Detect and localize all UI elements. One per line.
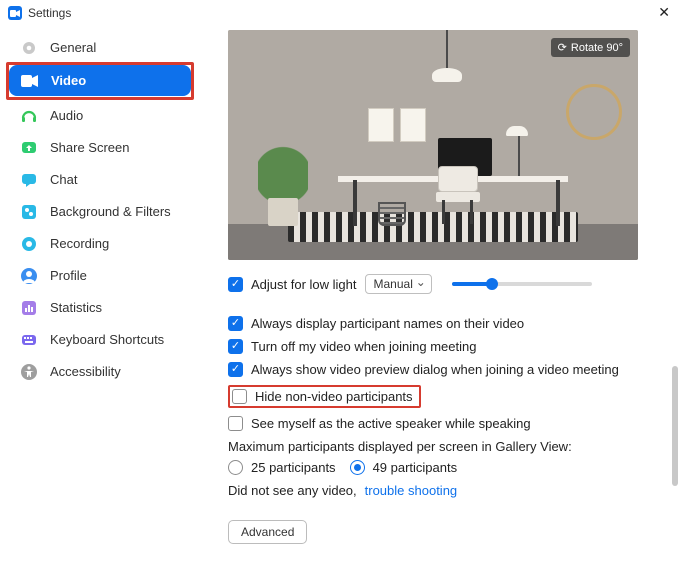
sidebar-item-label: Recording [50, 236, 109, 251]
radio-25-participants[interactable] [228, 460, 243, 475]
low-light-slider[interactable] [452, 282, 592, 286]
troubleshoot-prefix: Did not see any video, [228, 483, 357, 498]
highlight-video-tab: Video [6, 62, 194, 100]
sidebar-item-label: Keyboard Shortcuts [50, 332, 164, 347]
content-area: ⟳ Rotate 90° Adjust for low light Manual… [200, 26, 680, 561]
sidebar: General Video Audio Share Screen Chat Ba… [0, 26, 200, 561]
sidebar-item-label: Accessibility [50, 364, 121, 379]
opt-label: Hide non-video participants [255, 389, 413, 404]
opt-checkbox-hide-nonvideo[interactable] [232, 389, 247, 404]
low-light-mode-select[interactable]: Manual [365, 274, 432, 294]
titlebar: Settings ✕ [0, 0, 680, 26]
opt-checkbox-turn-off-video[interactable] [228, 339, 243, 354]
video-icon [19, 70, 41, 92]
sidebar-item-label: Audio [50, 108, 83, 123]
sidebar-item-label: Chat [50, 172, 77, 187]
radio-49-label: 49 participants [373, 460, 458, 475]
opt-label: Always show video preview dialog when jo… [251, 362, 619, 377]
sidebar-item-video[interactable]: Video [9, 65, 191, 96]
scrollbar-thumb[interactable] [672, 366, 678, 486]
rotate-label: Rotate 90° [571, 42, 623, 54]
sidebar-item-keyboard-shortcuts[interactable]: Keyboard Shortcuts [8, 324, 192, 355]
profile-icon [18, 265, 40, 287]
radio-25-label: 25 participants [251, 460, 336, 475]
rotate-icon: ⟳ [558, 41, 567, 54]
low-light-label: Adjust for low light [251, 277, 357, 292]
sidebar-item-recording[interactable]: Recording [8, 228, 192, 259]
gallery-title: Maximum participants displayed per scree… [228, 439, 572, 454]
sidebar-item-audio[interactable]: Audio [8, 100, 192, 131]
opt-checkbox-see-myself[interactable] [228, 416, 243, 431]
keyboard-icon [18, 329, 40, 351]
sidebar-item-statistics[interactable]: Statistics [8, 292, 192, 323]
sidebar-item-general[interactable]: General [8, 32, 192, 63]
statistics-icon [18, 297, 40, 319]
sidebar-item-chat[interactable]: Chat [8, 164, 192, 195]
gear-icon [18, 37, 40, 59]
close-icon[interactable]: ✕ [658, 4, 670, 21]
highlight-hide-nonvideo: Hide non-video participants [228, 385, 421, 408]
sidebar-item-label: Background & Filters [50, 204, 171, 219]
opt-checkbox-preview-dialog[interactable] [228, 362, 243, 377]
opt-label: Always display participant names on thei… [251, 316, 524, 331]
video-preview: ⟳ Rotate 90° [228, 30, 638, 260]
low-light-checkbox[interactable] [228, 277, 243, 292]
sidebar-item-profile[interactable]: Profile [8, 260, 192, 291]
sidebar-item-label: Video [51, 73, 86, 88]
troubleshoot-link[interactable]: trouble shooting [365, 483, 458, 498]
rotate-button[interactable]: ⟳ Rotate 90° [551, 38, 630, 57]
share-screen-icon [18, 137, 40, 159]
sidebar-item-label: Profile [50, 268, 87, 283]
filters-icon [18, 201, 40, 223]
sidebar-item-label: General [50, 40, 96, 55]
advanced-button[interactable]: Advanced [228, 520, 307, 544]
sidebar-item-label: Statistics [50, 300, 102, 315]
accessibility-icon [18, 361, 40, 383]
sidebar-item-label: Share Screen [50, 140, 130, 155]
sidebar-item-accessibility[interactable]: Accessibility [8, 356, 192, 387]
opt-label: See myself as the active speaker while s… [251, 416, 531, 431]
sidebar-item-share-screen[interactable]: Share Screen [8, 132, 192, 163]
opt-label: Turn off my video when joining meeting [251, 339, 476, 354]
record-icon [18, 233, 40, 255]
sidebar-item-background-filters[interactable]: Background & Filters [8, 196, 192, 227]
app-icon [8, 6, 22, 20]
radio-49-participants[interactable] [350, 460, 365, 475]
scrollbar[interactable] [672, 26, 678, 561]
chat-icon [18, 169, 40, 191]
headphones-icon [18, 105, 40, 127]
window-title: Settings [28, 6, 71, 20]
opt-checkbox-display-names[interactable] [228, 316, 243, 331]
